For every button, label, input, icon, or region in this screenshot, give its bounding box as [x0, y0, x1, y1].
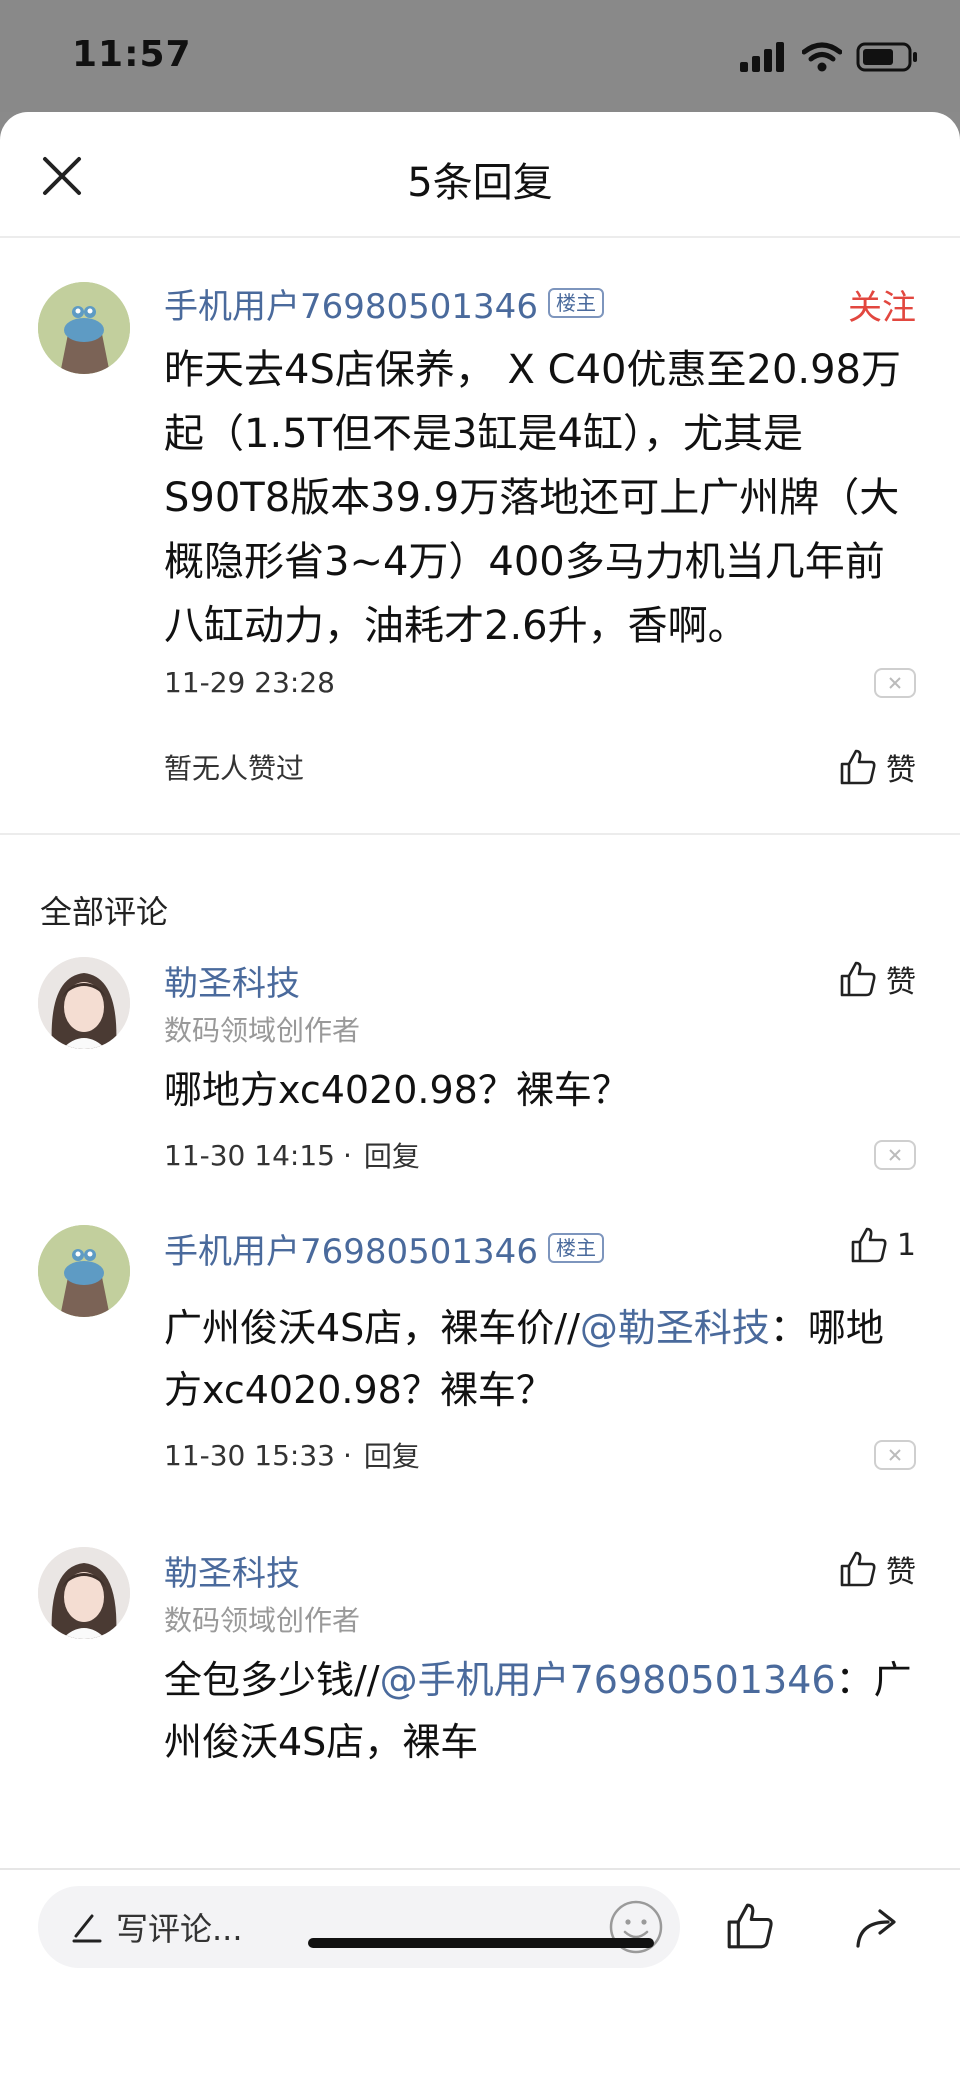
user-subtitle: 数码领域创作者 [164, 1014, 361, 1047]
avatar[interactable] [38, 282, 130, 374]
share-arrow-icon [856, 1909, 896, 1948]
dismiss-button[interactable] [874, 1140, 916, 1170]
comment-body: 哪地方xc4020.98？裸车？ [164, 1068, 630, 1112]
like-label: 赞 [886, 1555, 916, 1590]
username[interactable]: 手机用户76980501346 [164, 279, 538, 328]
meta-row: 11-29 23:28 [164, 666, 916, 699]
like-button[interactable]: 1 [849, 1225, 916, 1265]
like-button[interactable]: 赞 [838, 1547, 916, 1591]
timestamp: 11-29 23:28 [164, 666, 335, 699]
avatar[interactable] [38, 957, 130, 1049]
wifi-icon [802, 42, 842, 72]
thumbs-up-icon [727, 1903, 773, 1949]
op-badge: 楼主 [547, 288, 604, 318]
page-title: 5条回复 [407, 160, 553, 206]
home-indicator[interactable] [308, 1938, 654, 1948]
like-label: 赞 [886, 965, 916, 1000]
mention-link[interactable]: @手机用户76980501346 [380, 1658, 836, 1702]
comment-item: 勒圣科技 数码领域创作者 赞 哪地方xc4020.98？裸车？ 11-30 14… [0, 943, 960, 1211]
meta-separator: · [342, 1138, 352, 1172]
comment-body: 全包多少钱//@手机用户76980501346：广州俊沃4S店，裸车 [164, 1649, 916, 1773]
dismiss-button[interactable] [874, 667, 916, 698]
share-button[interactable] [852, 1900, 904, 1956]
comment-item: 手机用户76980501346 楼主 1 广州俊沃4S店，裸车价//@勒圣科技：… [0, 1211, 960, 1533]
user-subtitle: 数码领域创作者 [164, 1604, 361, 1637]
all-comments-heading: 全部评论 [40, 893, 169, 931]
close-icon [889, 1149, 901, 1161]
status-icons [740, 42, 918, 72]
username[interactable]: 勒圣科技 [164, 1546, 300, 1595]
thumbs-up-icon [840, 749, 876, 785]
mention-link[interactable]: @勒圣科技 [580, 1306, 770, 1350]
girl-avatar-icon [38, 957, 130, 1049]
meta-row: 11-30 14:15 · 回复 [164, 1135, 916, 1175]
snail-avatar-icon [38, 282, 130, 374]
sheet-header: 5条回复 [0, 112, 960, 238]
original-comment: 手机用户76980501346 楼主 关注 昨天去4S店保养， X C40优惠至… [0, 240, 960, 835]
replies-sheet: 5条回复 手机用户76980501346 楼主 关注 昨天去4S店保养， X C… [0, 112, 960, 2078]
dismiss-button[interactable] [874, 1440, 916, 1470]
snail-avatar-icon [38, 1225, 130, 1317]
replies-scroll[interactable]: 手机用户76980501346 楼主 关注 昨天去4S店保养， X C40优惠至… [0, 240, 960, 1868]
user-row: 手机用户76980501346 楼主 [164, 1221, 916, 1275]
user-row: 勒圣科技 [164, 1543, 916, 1597]
meta-separator: · [342, 1438, 352, 1472]
username[interactable]: 手机用户76980501346 [164, 1224, 538, 1273]
like-button[interactable]: 赞 [838, 745, 916, 789]
status-bar: 11:57 [0, 0, 960, 112]
reply-button[interactable]: 回复 [364, 1435, 420, 1475]
thumbs-up-icon [840, 961, 876, 997]
close-icon [889, 1449, 901, 1461]
like-button[interactable]: 赞 [838, 957, 916, 1001]
timestamp: 11-30 15:33 [164, 1438, 335, 1472]
thumbs-up-icon [840, 1551, 876, 1587]
username[interactable]: 勒圣科技 [164, 956, 300, 1005]
follow-button[interactable]: 关注 [848, 280, 916, 329]
comment-item: 勒圣科技 数码领域创作者 赞 全包多少钱//@手机用户76980501346：广… [0, 1533, 960, 1803]
like-count: 1 [896, 1227, 916, 1263]
comment-input-placeholder: 写评论... [116, 1910, 243, 1948]
timestamp: 11-30 14:15 [164, 1138, 335, 1172]
girl-avatar-icon [38, 1547, 130, 1639]
pencil-icon [72, 1914, 102, 1943]
avatar[interactable] [38, 1547, 130, 1639]
bottom-bar: 写评论... [0, 1868, 960, 2078]
bottom-like-button[interactable] [724, 1900, 776, 1956]
avatar[interactable] [38, 1225, 130, 1317]
cellular-signal-icon [740, 42, 784, 72]
user-row: 勒圣科技 [164, 953, 916, 1007]
comment-body: 广州俊沃4S店，裸车价//@勒圣科技：哪地方xc4020.98？裸车？ [164, 1297, 916, 1421]
close-icon [889, 676, 901, 689]
op-badge: 楼主 [547, 1233, 604, 1263]
comment-input[interactable]: 写评论... [38, 1886, 680, 1968]
user-row: 手机用户76980501346 楼主 [164, 276, 916, 330]
comment-text: 全包多少钱// [164, 1658, 380, 1702]
thumbs-up-icon [851, 1227, 887, 1263]
status-time: 11:57 [72, 34, 192, 75]
like-label: 赞 [886, 753, 916, 788]
no-likes-text: 暂无人赞过 [164, 752, 305, 785]
comment-text: 广州俊沃4S店，裸车价// [164, 1306, 580, 1350]
comment-body: 昨天去4S店保养， X C40优惠至20.98万起（1.5T但不是3缸是4缸），… [164, 347, 902, 649]
meta-row: 11-30 15:33 · 回复 [164, 1435, 916, 1475]
battery-icon [856, 42, 917, 72]
like-row: 暂无人赞过 赞 [164, 745, 916, 789]
reply-button[interactable]: 回复 [364, 1135, 420, 1175]
